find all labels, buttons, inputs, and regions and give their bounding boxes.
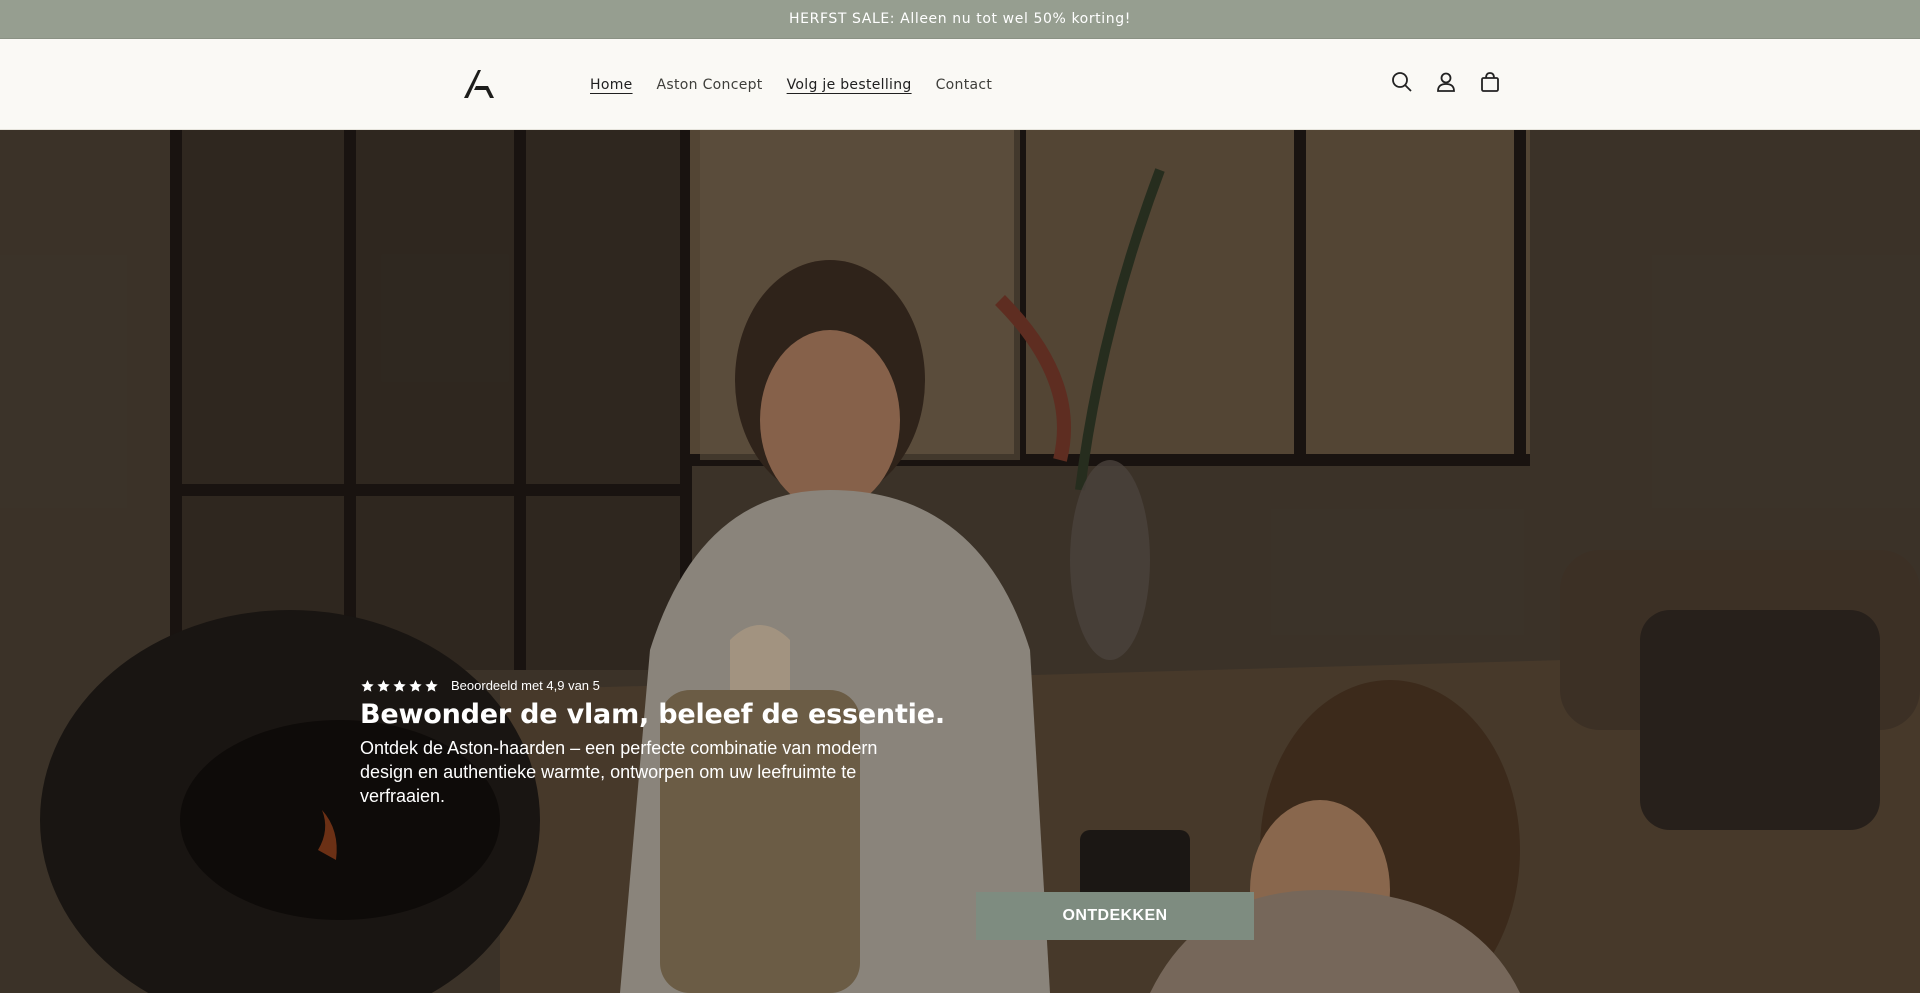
star-icon <box>425 679 438 692</box>
header-actions <box>1387 67 1505 97</box>
hero-subtitle: Ontdek de Aston-haarden – een perfecte c… <box>360 738 878 806</box>
rating-text: Beoordeeld met 4,9 van 5 <box>451 678 600 693</box>
nav-aston-concept[interactable]: Aston Concept <box>657 77 763 93</box>
rating-stars <box>360 679 439 693</box>
account-icon[interactable] <box>1431 67 1461 97</box>
star-icon <box>361 679 374 692</box>
rating: Beoordeeld met 4,9 van 5 <box>360 678 1380 693</box>
discover-button[interactable]: ONTDEKKEN <box>976 892 1254 940</box>
nav-contact[interactable]: Contact <box>936 77 993 93</box>
nav-track-order[interactable]: Volg je bestelling <box>787 77 912 93</box>
hero-section <box>0 130 1920 993</box>
announcement-text: HERFST SALE: Alleen nu tot wel 50% korti… <box>789 11 1131 27</box>
hero-title: Bewonder de vlam, beleef de essentie. <box>360 699 945 730</box>
cart-icon[interactable] <box>1475 67 1505 97</box>
star-icon <box>393 679 406 692</box>
site-header: Home Aston Concept Volg je bestelling Co… <box>0 39 1920 130</box>
search-icon[interactable] <box>1387 67 1417 97</box>
star-icon <box>377 679 390 692</box>
main-navigation: Home Aston Concept Volg je bestelling Co… <box>590 39 1016 130</box>
hero-content: Beoordeeld met 4,9 van 5 Bewonder de vla… <box>360 678 1380 808</box>
hero-overlay <box>0 130 1920 993</box>
nav-home[interactable]: Home <box>590 77 633 93</box>
star-icon <box>409 679 422 692</box>
announcement-bar: HERFST SALE: Alleen nu tot wel 50% korti… <box>0 0 1920 39</box>
aston-logo[interactable] <box>462 68 496 100</box>
